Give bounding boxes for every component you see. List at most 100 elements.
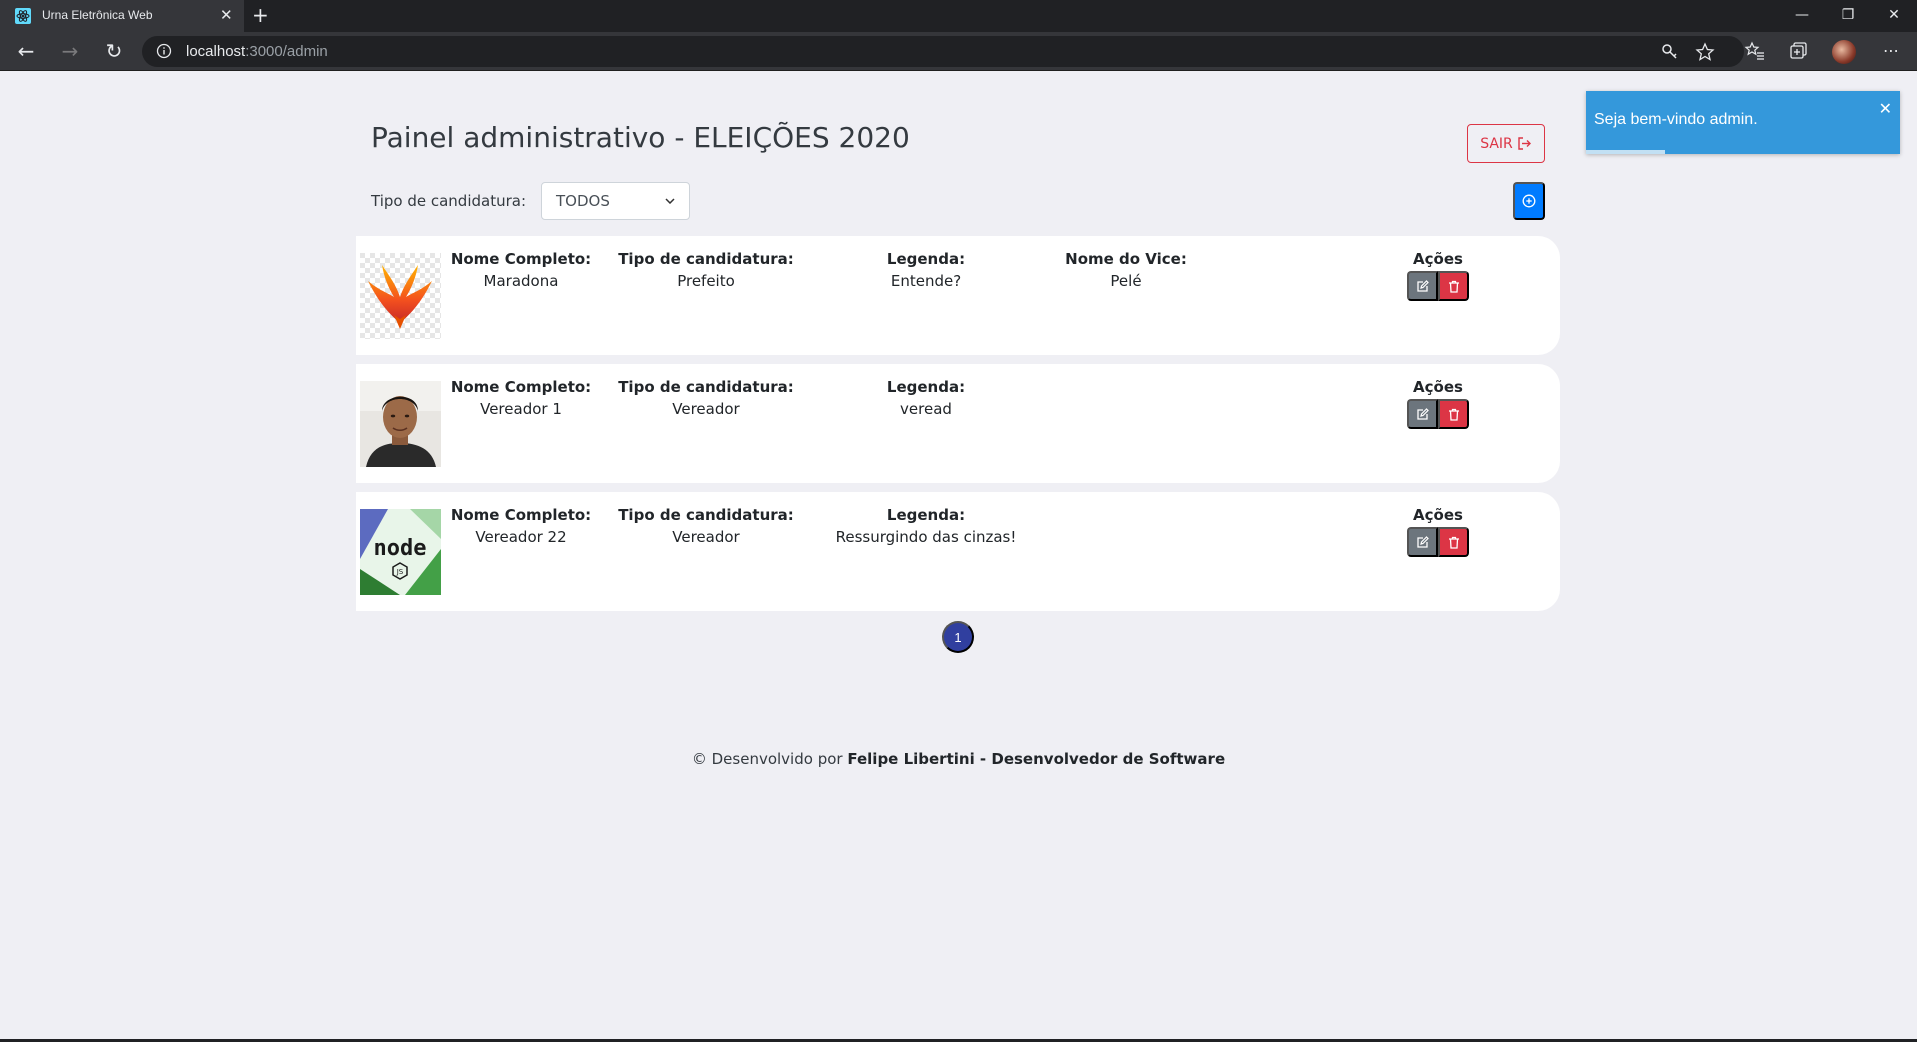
type-label: Tipo de candidatura: xyxy=(618,250,794,268)
actions-column: Ações xyxy=(1378,378,1498,429)
tab-close-icon[interactable]: ✕ xyxy=(220,6,233,24)
svg-text:JS: JS xyxy=(396,568,404,576)
action-buttons xyxy=(1378,399,1498,429)
admin-page: Painel administrativo - ELEIÇÕES 2020 SA… xyxy=(0,71,1917,1042)
candidate-card: Nome Completo: Maradona Tipo de candidat… xyxy=(356,236,1560,355)
type-column: Tipo de candidatura: Vereador xyxy=(606,378,806,418)
svg-text:node: node xyxy=(374,536,427,561)
edit-button[interactable] xyxy=(1407,527,1438,557)
legend-label: Legenda: xyxy=(886,506,966,524)
footer: © Desenvolvido por Felipe Libertini - De… xyxy=(0,750,1917,768)
forward-icon[interactable]: → xyxy=(54,36,86,66)
address-bar[interactable]: localhost:3000/admin xyxy=(142,36,1744,67)
star-icon[interactable] xyxy=(1695,42,1715,62)
new-tab-icon[interactable]: + xyxy=(252,4,269,26)
back-icon[interactable]: ← xyxy=(10,36,42,66)
browser-tab-bar: Urna Eletrônica Web ✕ + — ❐ ✕ xyxy=(0,0,1917,32)
name-label: Nome Completo: xyxy=(450,250,592,268)
name-label: Nome Completo: xyxy=(450,378,592,396)
browser-tab[interactable]: Urna Eletrônica Web ✕ xyxy=(0,0,244,32)
welcome-toast[interactable]: Seja bem-vindo admin. ✕ xyxy=(1586,91,1900,154)
delete-button[interactable] xyxy=(1438,271,1469,301)
legend-column: Legenda: veread xyxy=(826,378,1026,418)
candidate-legend: Entende? xyxy=(890,272,962,290)
settings-menu-icon[interactable]: ⋯ xyxy=(1880,40,1902,62)
name-column: Nome Completo: Maradona xyxy=(436,250,606,290)
toast-message: Seja bem-vindo admin. xyxy=(1594,111,1758,128)
select-value: TODOS xyxy=(556,192,610,210)
url-host: localhost xyxy=(186,43,246,60)
footer-author: Felipe Libertini - Desenvolvedor de Soft… xyxy=(847,750,1226,768)
trash-icon xyxy=(1448,280,1459,293)
candidate-card: Nome Completo: Vereador 1 Tipo de candid… xyxy=(356,364,1560,483)
edit-button[interactable] xyxy=(1407,271,1438,301)
type-label: Tipo de candidatura: xyxy=(618,506,794,524)
trash-icon xyxy=(1448,408,1459,421)
actions-label: Ações xyxy=(1413,378,1463,396)
logout-label: SAIR xyxy=(1480,135,1513,152)
candidate-vice: Pelé xyxy=(1110,272,1142,290)
candidate-type: Vereador xyxy=(672,400,740,418)
name-label: Nome Completo: xyxy=(450,506,592,524)
name-column: Nome Completo: Vereador 22 xyxy=(436,506,606,546)
sign-out-icon xyxy=(1518,137,1531,150)
candidate-legend: veread xyxy=(900,400,952,418)
minimize-icon[interactable]: — xyxy=(1779,0,1825,32)
actions-column: Ações xyxy=(1378,506,1498,557)
toast-progress-bar xyxy=(1586,150,1665,154)
edit-button[interactable] xyxy=(1407,399,1438,429)
chevron-down-icon xyxy=(665,198,675,204)
vice-label: Nome do Vice: xyxy=(1065,250,1187,268)
candidacy-type-select[interactable]: TODOS xyxy=(541,182,690,220)
vice-column: Nome do Vice: Pelé xyxy=(1036,250,1216,290)
page-title: Painel administrativo - ELEIÇÕES 2020 xyxy=(371,121,910,154)
browser-toolbar: ← → ↻ localhost:3000/admin ⋯ xyxy=(0,32,1917,71)
edit-icon xyxy=(1417,407,1429,420)
footer-prefix: © Desenvolvido por xyxy=(691,750,843,768)
legend-label: Legenda: xyxy=(886,378,966,396)
url-path: :3000/admin xyxy=(245,43,328,60)
delete-button[interactable] xyxy=(1438,399,1469,429)
favorites-icon[interactable] xyxy=(1744,40,1766,62)
candidate-name: Vereador 1 xyxy=(480,400,562,418)
collections-icon[interactable] xyxy=(1788,40,1810,62)
plus-circle-icon xyxy=(1522,194,1536,208)
type-label: Tipo de candidatura: xyxy=(618,378,794,396)
candidate-photo xyxy=(360,253,441,339)
type-column: Tipo de candidatura: Prefeito xyxy=(606,250,806,290)
candidate-card: node JS Nome Completo: Vereador 22 Tipo … xyxy=(356,492,1560,611)
candidate-name: Vereador 22 xyxy=(475,528,567,546)
page-1-button[interactable]: 1 xyxy=(942,621,974,653)
info-icon[interactable] xyxy=(156,43,172,59)
url-text[interactable]: localhost:3000/admin xyxy=(186,43,328,60)
trash-icon xyxy=(1448,536,1459,549)
actions-label: Ações xyxy=(1413,506,1463,524)
profile-avatar[interactable] xyxy=(1832,40,1856,64)
react-favicon-icon xyxy=(15,8,31,24)
candidate-photo xyxy=(360,381,441,467)
candidate-photo: node JS xyxy=(360,509,441,595)
toast-close-icon[interactable]: ✕ xyxy=(1879,99,1892,119)
tab-title: Urna Eletrônica Web xyxy=(42,8,153,22)
legend-column: Legenda: Ressurgindo das cinzas! xyxy=(816,506,1036,546)
legend-column: Legenda: Entende? xyxy=(826,250,1026,290)
phoenix-logo-image xyxy=(360,253,441,339)
filter-label: Tipo de candidatura: xyxy=(371,192,527,210)
candidate-name: Maradona xyxy=(483,272,559,290)
candidate-type: Prefeito xyxy=(677,272,735,290)
node-logo-image: node JS xyxy=(360,509,441,595)
candidate-type: Vereador xyxy=(672,528,740,546)
actions-label: Ações xyxy=(1413,250,1463,268)
logout-button[interactable]: SAIR xyxy=(1467,124,1545,163)
restore-icon[interactable]: ❐ xyxy=(1825,0,1871,32)
reload-icon[interactable]: ↻ xyxy=(98,36,130,66)
legend-label: Legenda: xyxy=(886,250,966,268)
edit-icon xyxy=(1417,279,1429,292)
delete-button[interactable] xyxy=(1438,527,1469,557)
add-candidate-button[interactable] xyxy=(1513,182,1545,220)
key-icon[interactable] xyxy=(1660,42,1680,62)
action-buttons xyxy=(1378,527,1498,557)
person-photo-image xyxy=(360,381,441,467)
edit-icon xyxy=(1417,535,1429,548)
window-close-icon[interactable]: ✕ xyxy=(1871,0,1917,32)
